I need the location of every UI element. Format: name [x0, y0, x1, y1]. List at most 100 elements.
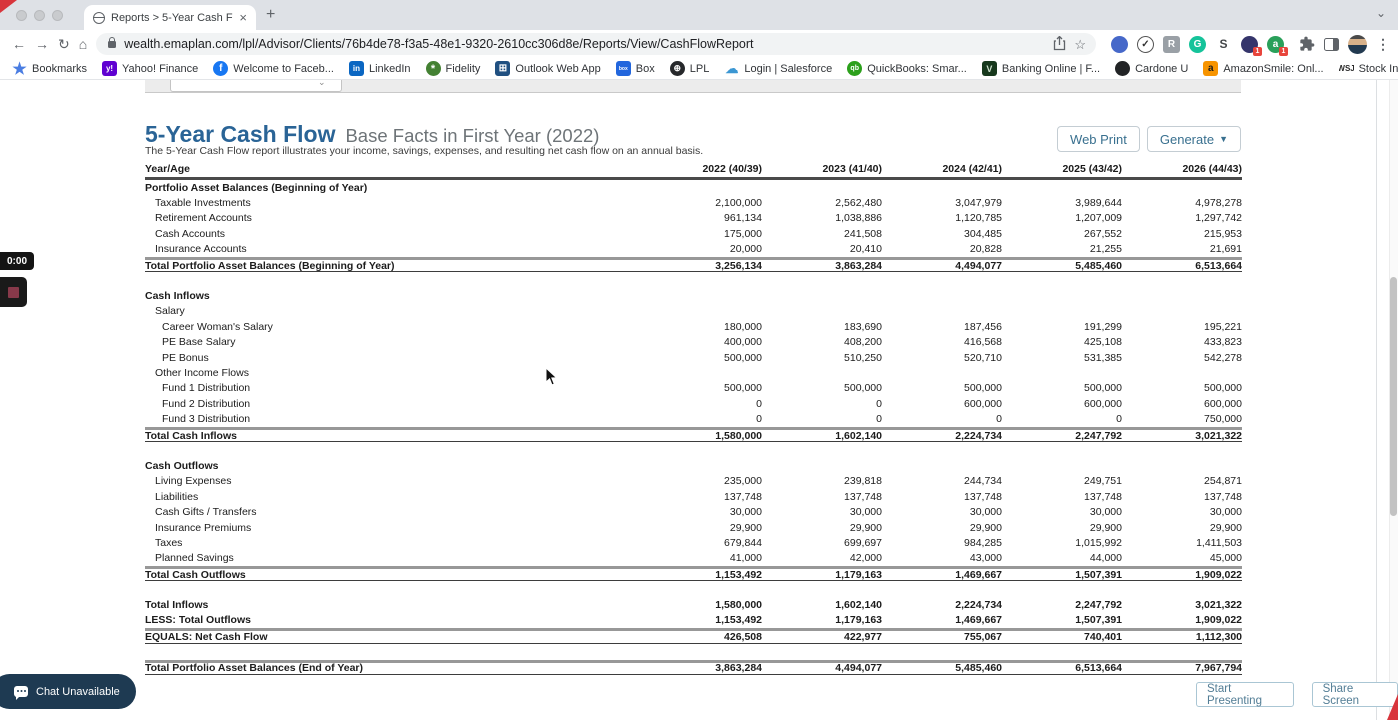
- row-value: 29,900: [1089, 521, 1122, 534]
- row-value: 3,256,134: [715, 259, 762, 272]
- bookmark-item[interactable]: f Welcome to Faceb...: [213, 61, 334, 76]
- tab-search-chevron-icon[interactable]: ⌄: [1376, 6, 1386, 20]
- bookmark-item[interactable]: a AmazonSmile: Onl...: [1203, 61, 1324, 76]
- row-value: 1,153,492: [715, 568, 762, 581]
- bookmark-item[interactable]: V Banking Online | F...: [981, 61, 1100, 76]
- tab-close-icon[interactable]: ×: [239, 11, 247, 24]
- mouse-cursor: [545, 366, 559, 392]
- bookmark-item[interactable]: box Box: [615, 61, 655, 76]
- record-stop-button[interactable]: [0, 277, 27, 307]
- grammarly-extension-icon[interactable]: G: [1189, 35, 1206, 53]
- row-value: 755,067: [964, 630, 1002, 643]
- browser-tab[interactable]: Reports > 5-Year Cash Flow ×: [84, 5, 256, 30]
- row-value: 600,000: [964, 397, 1002, 410]
- window-minimize-button[interactable]: [34, 10, 45, 21]
- sphere-extension-icon[interactable]: [1111, 35, 1128, 53]
- new-tab-button[interactable]: +: [266, 6, 275, 24]
- s-extension-icon[interactable]: S: [1215, 36, 1232, 53]
- table-row: Cash Inflows: [145, 288, 1242, 303]
- row-label: Salary: [155, 305, 185, 318]
- row-value: 29,900: [729, 521, 762, 534]
- outlook-icon: ⊞: [495, 61, 511, 76]
- row-value: 304,485: [964, 227, 1002, 240]
- table-row: Fund 3 Distribution 0 0 0 0 750,000: [145, 411, 1242, 426]
- share-screen-button[interactable]: Share Screen: [1311, 682, 1398, 707]
- bookmark-item[interactable]: * Fidelity: [425, 61, 480, 76]
- bookmark-item[interactable]: qb QuickBooks: Smar...: [847, 61, 967, 76]
- generate-button[interactable]: Generate ▼: [1146, 126, 1241, 152]
- row-value: 20,000: [729, 243, 762, 256]
- cutoff-dropdown: [170, 80, 342, 92]
- row-value: 183,690: [844, 320, 882, 333]
- table-row: Total Portfolio Asset Balances (End of Y…: [145, 659, 1242, 675]
- linkedin-icon: in: [348, 61, 364, 76]
- window-close-button[interactable]: [16, 10, 27, 21]
- side-panel-icon[interactable]: [1324, 37, 1339, 51]
- row-label: PE Base Salary: [162, 336, 236, 349]
- scrollbar-thumb[interactable]: [1390, 277, 1397, 516]
- row-label: Taxable Investments: [155, 197, 251, 210]
- green-a-extension-icon[interactable]: a1: [1267, 35, 1288, 56]
- table-column-header: 2022 (40/39): [702, 163, 762, 175]
- bookmark-item[interactable]: WSJ Stock Indexes: Cl...: [1339, 61, 1398, 76]
- row-label: Total Cash Inflows: [145, 429, 237, 442]
- row-value: 249,751: [1084, 475, 1122, 488]
- row-value: 29,900: [1209, 521, 1242, 534]
- bookmark-item[interactable]: ☁ Login | Salesforce: [724, 61, 832, 76]
- bookmark-item[interactable]: ⊕ LPL: [669, 61, 709, 76]
- bookmark-star-icon[interactable]: ☆: [1074, 38, 1086, 51]
- start-presenting-button[interactable]: Start Presenting: [1196, 682, 1294, 707]
- bookmark-item[interactable]: in LinkedIn: [348, 61, 411, 76]
- back-icon[interactable]: ←: [12, 37, 26, 51]
- row-value: 984,285: [964, 536, 1002, 549]
- s-extension-icon-glyph: S: [1219, 37, 1228, 51]
- row-value: 4,494,077: [835, 662, 882, 675]
- row-value: 0: [876, 413, 882, 426]
- url-text[interactable]: wealth.emaplan.com/lpl/Advisor/Clients/7…: [124, 37, 1045, 51]
- window-controls[interactable]: [16, 10, 63, 21]
- banking-online-icon: V: [981, 61, 997, 76]
- row-value: 137,748: [964, 490, 1002, 503]
- row-value: 30,000: [849, 506, 882, 519]
- bookmark-label: Outlook Web App: [515, 62, 601, 75]
- bookmarks-star-icon: ★: [12, 61, 27, 76]
- row-value: 400,000: [724, 336, 762, 349]
- browser-menu-icon[interactable]: ⋮: [1376, 36, 1390, 53]
- cashflow-table: Year/Age 2022 (40/39) 2023 (41/40) 2024 (42…: [145, 163, 1242, 675]
- profile-avatar[interactable]: [1348, 34, 1367, 54]
- table-spacer: [145, 644, 1242, 660]
- row-value: 244,734: [964, 475, 1002, 488]
- row-label: Fund 3 Distribution: [162, 413, 251, 426]
- bookmark-item[interactable]: Cardone U: [1115, 61, 1188, 76]
- chat-unavailable-pill[interactable]: Chat Unavailable: [0, 674, 136, 709]
- row-value: 195,221: [1204, 320, 1242, 333]
- row-value: 520,710: [964, 351, 1002, 364]
- row-value: 0: [1116, 413, 1122, 426]
- home-icon[interactable]: ⌂: [79, 37, 87, 51]
- desktop-corner-bottom-right: [1387, 694, 1398, 720]
- multicolor-extension-icon[interactable]: 1: [1241, 35, 1262, 56]
- window-maximize-button[interactable]: [52, 10, 63, 21]
- refresh-icon[interactable]: ↻: [58, 37, 70, 51]
- clock-check-extension-icon[interactable]: ✓: [1137, 35, 1154, 53]
- bookmark-item[interactable]: y! Yahoo! Finance: [102, 61, 198, 76]
- address-bar[interactable]: wealth.emaplan.com/lpl/Advisor/Clients/7…: [96, 33, 1096, 55]
- table-row: Career Woman's Salary 180,000 183,690 187,4…: [145, 319, 1242, 334]
- salesforce-cloud-icon: ☁: [725, 61, 739, 76]
- table-row: Insurance Accounts 20,000 20,410 20,828 21,2…: [145, 242, 1242, 257]
- bookmark-item[interactable]: ★ Bookmarks: [12, 61, 87, 76]
- forward-icon[interactable]: →: [35, 37, 49, 51]
- row-value: 3,021,322: [1195, 599, 1242, 612]
- share-icon[interactable]: [1053, 35, 1066, 53]
- generate-caret-icon: ▼: [1219, 134, 1228, 144]
- table-row: Portfolio Asset Balances (Beginning of Y…: [145, 180, 1242, 195]
- roboform-extension-icon[interactable]: R: [1163, 35, 1180, 53]
- row-value: 3,863,284: [715, 662, 762, 675]
- web-print-button[interactable]: Web Print: [1057, 126, 1140, 152]
- bookmark-item[interactable]: ⊞ Outlook Web App: [495, 61, 601, 76]
- bookmark-label: Welcome to Faceb...: [233, 62, 334, 75]
- row-value: 1,580,000: [715, 429, 762, 442]
- puzzle-extensions-icon[interactable]: [1299, 36, 1315, 52]
- row-value: 137,748: [1084, 490, 1122, 503]
- row-value: 750,000: [1204, 413, 1242, 426]
